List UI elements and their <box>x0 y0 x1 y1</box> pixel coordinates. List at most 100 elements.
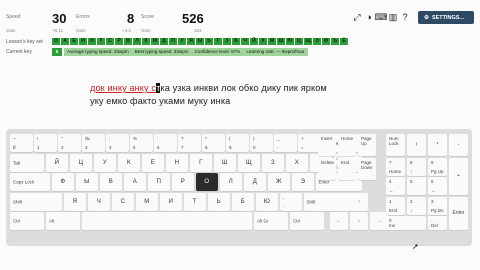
key-Т[interactable]: Т <box>183 192 206 211</box>
lesson-letter: Г <box>214 38 222 45</box>
key-Ю[interactable]: Ю <box>255 192 278 211</box>
keyboard-icon[interactable]: ⌨ <box>375 12 388 22</box>
period-key[interactable]: ,. <box>279 192 302 211</box>
key-7[interactable]: ? 7 <box>178 134 201 152</box>
alt-gr-key[interactable]: Alt Gr <box>254 212 288 230</box>
keyboard: ~ Ё! 1 " 2 № 3; 4% 5:6? 7 * 8(9) 0 _ - + = Backspace Tab Й Ц… <box>6 129 472 246</box>
key-2[interactable]: " 2 <box>58 134 81 152</box>
numpad-op-0-label: / <box>415 142 418 148</box>
numpad-9[interactable]: 9 Pg Up <box>428 157 447 176</box>
contrast-icon[interactable]: ◑ <box>364 12 374 22</box>
key-Ы[interactable]: Ы <box>75 173 98 191</box>
numpad-enter[interactable]: Enter <box>449 196 468 230</box>
nav-key-2[interactable]: Page Up <box>358 134 376 156</box>
numpad-6[interactable]: 6 → <box>428 177 447 195</box>
nav-key-5[interactable]: Page Down <box>358 157 376 180</box>
key-Г[interactable]: Г <box>189 153 212 172</box>
help-icon[interactable]: ? <box>400 12 410 22</box>
key-Н[interactable]: Н <box>165 153 188 172</box>
numpad-9-label: Pg Up <box>431 168 444 174</box>
alt-key[interactable]: Alt <box>46 212 80 230</box>
key-Б[interactable]: Б <box>231 192 254 211</box>
key-Ь[interactable]: Ь <box>207 192 230 211</box>
numpad-7[interactable]: 7 Home <box>386 157 405 176</box>
numpad-8[interactable]: 8 ↑ <box>407 157 426 176</box>
lesson-letter: Н <box>88 38 96 45</box>
key-5[interactable]: % 5 <box>130 134 153 152</box>
key-Э[interactable]: Э <box>291 173 314 191</box>
lesson-letter: Ч <box>241 38 249 45</box>
errors-delta: +4.3 <box>122 28 131 33</box>
ctrl-left-key[interactable]: Ctrl <box>10 212 44 230</box>
key-0[interactable]: ~ Ё <box>10 134 33 152</box>
key-9[interactable]: (9 <box>226 134 249 152</box>
numpad-0[interactable]: 0 Ins <box>386 216 426 230</box>
settings-button[interactable]: ⚙ SETTINGS... <box>418 11 474 24</box>
numpad-op-1[interactable]: * <box>428 134 447 156</box>
key-Х[interactable]: Х <box>285 153 308 172</box>
num-lock-key[interactable]: Num Lock <box>386 134 405 156</box>
expand-icon[interactable]: ⤢ <box>352 12 362 22</box>
key-Ш[interactable]: Ш <box>213 153 236 172</box>
nav-key-0[interactable]: Insert <box>318 134 336 156</box>
key-С[interactable]: С <box>111 192 134 211</box>
key-4[interactable]: ; 4 <box>106 134 129 152</box>
key-Ч[interactable]: Ч <box>87 192 110 211</box>
numpad-1[interactable]: 1 End <box>386 196 405 215</box>
numpad-op-0[interactable]: / <box>407 134 426 156</box>
arrow-down-key[interactable]: ↓ <box>350 212 368 230</box>
numpad-4[interactable]: 4 ← <box>386 177 405 195</box>
numpad-op-2[interactable]: - <box>449 134 468 156</box>
key-А[interactable]: А <box>123 173 146 191</box>
key-Е[interactable]: Е <box>141 153 164 172</box>
numpad-3[interactable]: 3 Pg Dn <box>428 196 447 215</box>
key-8[interactable]: * 8 <box>202 134 225 152</box>
key-10[interactable]: ) 0 <box>250 134 273 152</box>
shift-left-key[interactable]: Shift <box>10 192 62 211</box>
key-О[interactable]: О <box>195 173 218 191</box>
space-key[interactable] <box>82 212 252 230</box>
arrow-up-key[interactable]: ↑ <box>350 192 368 211</box>
key-Я[interactable]: Я <box>63 192 86 211</box>
numpad-decimal[interactable]: . Del <box>428 216 447 230</box>
key-Э-label: Э <box>300 179 305 185</box>
ctrl-right-key[interactable]: Ctrl <box>290 212 324 230</box>
key-Р[interactable]: Р <box>171 173 194 191</box>
key-В[interactable]: В <box>99 173 122 191</box>
key-Ц[interactable]: Ц <box>69 153 92 172</box>
key-К[interactable]: К <box>117 153 140 172</box>
nav-key-4[interactable]: End <box>338 157 356 180</box>
lesson-letter: Б <box>232 38 240 45</box>
key-Щ[interactable]: Щ <box>237 153 260 172</box>
key-У[interactable]: У <box>93 153 116 172</box>
key-И[interactable]: И <box>159 192 182 211</box>
numpad-2[interactable]: 2 ↓ <box>407 196 426 215</box>
key-Й[interactable]: Й <box>45 153 68 172</box>
key-8-label: 8 <box>205 145 208 150</box>
lesson-letter: Ы <box>196 38 204 45</box>
key-С-label: С <box>120 198 125 205</box>
key-Д[interactable]: Д <box>243 173 266 191</box>
arrow-left-key[interactable]: ← <box>330 212 348 230</box>
key-11[interactable]: _ - <box>274 134 297 152</box>
numpad-5[interactable]: 5 <box>407 177 426 195</box>
lesson-letter: Э <box>313 38 321 45</box>
key-1[interactable]: ! 1 <box>34 134 57 152</box>
key-Ц-label: Ц <box>78 159 83 166</box>
key-Ф[interactable]: Ф <box>51 173 74 191</box>
nav-key-5-label: Page Down <box>361 159 373 170</box>
key-П[interactable]: П <box>147 173 170 191</box>
nav-key-1[interactable]: Home <box>338 134 356 156</box>
key-6[interactable]: :6 <box>154 134 177 152</box>
caps-lock-key[interactable]: Caps Lock <box>10 173 50 191</box>
nav-key-3[interactable]: Delete <box>318 157 336 180</box>
key-Л[interactable]: Л <box>219 173 242 191</box>
key-М[interactable]: М <box>135 192 158 211</box>
numpad-plus[interactable]: + <box>449 157 468 195</box>
key-З[interactable]: З <box>261 153 284 172</box>
key-3[interactable]: № 3 <box>82 134 105 152</box>
key-Ж[interactable]: Ж <box>267 173 290 191</box>
key-Ы-label: Ы <box>84 179 90 185</box>
book-icon[interactable]: ▥ <box>388 12 398 22</box>
tab-key[interactable]: Tab <box>10 153 44 172</box>
